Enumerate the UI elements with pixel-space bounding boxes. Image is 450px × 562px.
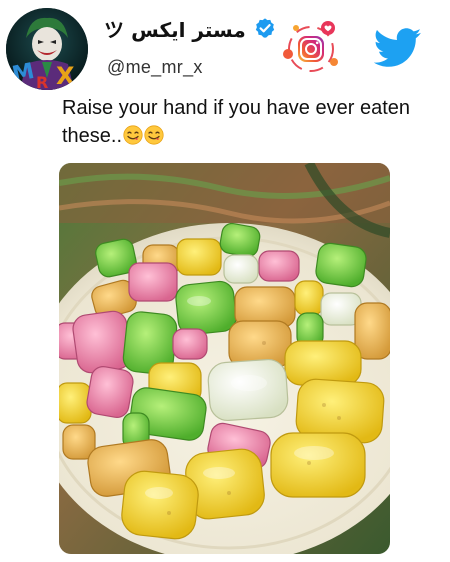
display-name[interactable]: مستر ايكس ツ: [104, 14, 246, 43]
smiling-face-savoring-food-icon: [123, 125, 143, 145]
tweet-text-content: Raise your hand if you have ever eaten t…: [62, 97, 410, 147]
verified-badge-icon: [254, 17, 276, 39]
name-row: مستر ايكس ツ: [104, 14, 276, 42]
svg-text:X: X: [56, 62, 75, 90]
tweet-photo[interactable]: [59, 163, 390, 554]
twitter-bird-icon[interactable]: [373, 28, 422, 68]
instagram-icon[interactable]: [280, 16, 342, 78]
avatar[interactable]: M X R: [6, 8, 88, 90]
svg-text:R: R: [36, 73, 48, 90]
tweet-text: Raise your hand if you have ever eaten t…: [62, 94, 412, 150]
tweet-card: M X R مستر ايكس ツ @me_mr_x Raise your ha…: [0, 0, 450, 562]
handle[interactable]: @me_mr_x: [107, 57, 203, 78]
smiling-face-savoring-food-icon: [144, 125, 164, 145]
